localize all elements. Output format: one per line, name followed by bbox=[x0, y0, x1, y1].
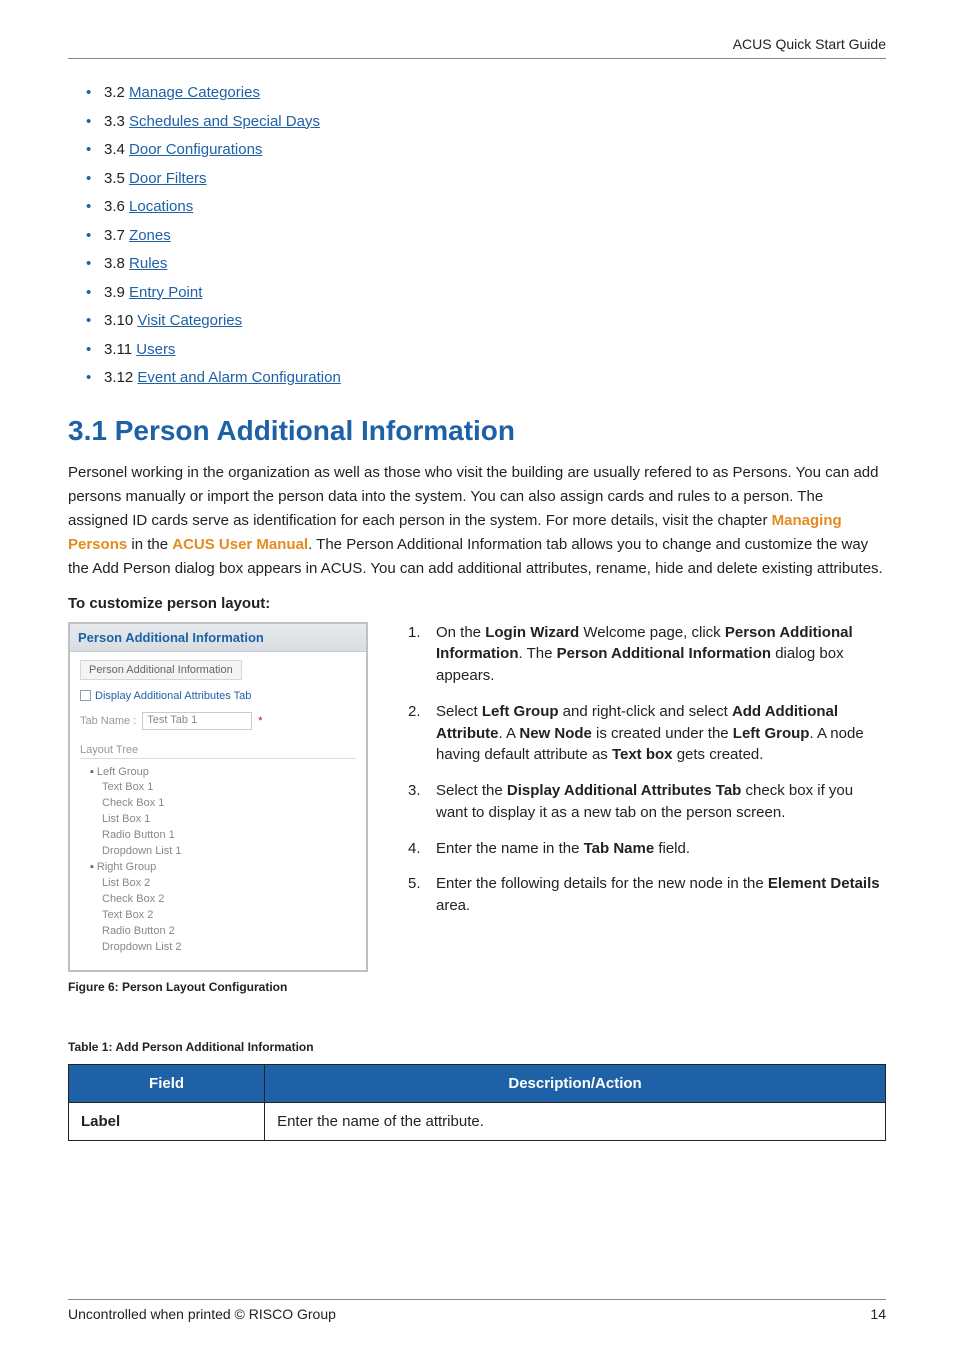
toc-link[interactable]: Users bbox=[136, 341, 175, 358]
figure-caption: Figure 6: Person Layout Configuration bbox=[68, 980, 368, 994]
toc-item: •3.11 Users bbox=[86, 336, 886, 365]
layout-tree: ▪Left Group Text Box 1 Check Box 1 List … bbox=[80, 759, 356, 956]
section-body: Personel working in the organization as … bbox=[68, 461, 886, 581]
section-heading: 3.1 Person Additional Information bbox=[68, 415, 886, 447]
toc-item: •3.9 Entry Point bbox=[86, 279, 886, 308]
checkbox-label: Display Additional Attributes Tab bbox=[95, 690, 251, 702]
th-description: Description/Action bbox=[265, 1064, 886, 1102]
steps-list: On the Login Wizard Welcome page, click … bbox=[408, 622, 886, 917]
toc-link[interactable]: Schedules and Special Days bbox=[129, 113, 320, 130]
toc-item: •3.8 Rules bbox=[86, 250, 886, 279]
header-divider bbox=[68, 58, 886, 59]
toc-item: •3.6 Locations bbox=[86, 193, 886, 222]
toc-item: •3.2 Manage Categories bbox=[86, 79, 886, 108]
th-field: Field bbox=[69, 1064, 265, 1102]
toc-item: •3.5 Door Filters bbox=[86, 165, 886, 194]
step-item: Enter the following details for the new … bbox=[408, 873, 886, 917]
link-acus-user-manual[interactable]: ACUS User Manual bbox=[172, 536, 308, 553]
toc-list: •3.2 Manage Categories •3.3 Schedules an… bbox=[68, 79, 886, 393]
toc-link[interactable]: Entry Point bbox=[129, 284, 202, 301]
toc-item: •3.12 Event and Alarm Configuration bbox=[86, 364, 886, 393]
toc-item: •3.7 Zones bbox=[86, 222, 886, 251]
toc-item: •3.3 Schedules and Special Days bbox=[86, 108, 886, 137]
expander-icon: ▪ bbox=[90, 861, 94, 873]
subheading: To customize person layout: bbox=[68, 595, 886, 612]
toc-link[interactable]: Zones bbox=[129, 227, 171, 244]
toc-item: •3.10 Visit Categories bbox=[86, 307, 886, 336]
table-row: Label Enter the name of the attribute. bbox=[69, 1102, 886, 1140]
td-description: Enter the name of the attribute. bbox=[265, 1102, 886, 1140]
page-number: 14 bbox=[870, 1306, 886, 1322]
dialog-screenshot: Person Additional Information Person Add… bbox=[68, 622, 368, 972]
tree-header: Layout Tree bbox=[80, 740, 356, 759]
step-item: Enter the name in the Tab Name field. bbox=[408, 838, 886, 860]
display-attributes-checkbox-row: Display Additional Attributes Tab bbox=[80, 690, 356, 702]
toc-link[interactable]: Visit Categories bbox=[137, 312, 242, 329]
page-header-title: ACUS Quick Start Guide bbox=[68, 36, 886, 58]
footer-left: Uncontrolled when printed © RISCO Group bbox=[68, 1306, 336, 1322]
step-item: Select Left Group and right-click and se… bbox=[408, 701, 886, 766]
expander-icon: ▪ bbox=[90, 766, 94, 778]
info-table: Field Description/Action Label Enter the… bbox=[68, 1064, 886, 1141]
toc-link[interactable]: Event and Alarm Configuration bbox=[137, 369, 340, 386]
step-item: Select the Display Additional Attributes… bbox=[408, 780, 886, 824]
toc-link[interactable]: Door Configurations bbox=[129, 141, 262, 158]
toc-item: •3.4 Door Configurations bbox=[86, 136, 886, 165]
required-star-icon: * bbox=[258, 715, 262, 727]
table-caption: Table 1: Add Person Additional Informati… bbox=[68, 1040, 886, 1054]
checkbox-icon bbox=[80, 690, 91, 701]
tab-name-label: Tab Name : bbox=[80, 715, 136, 727]
toc-link[interactable]: Rules bbox=[129, 255, 167, 272]
toc-link[interactable]: Manage Categories bbox=[129, 84, 260, 101]
step-item: On the Login Wizard Welcome page, click … bbox=[408, 622, 886, 687]
dialog-tab: Person Additional Information bbox=[80, 660, 242, 680]
toc-link[interactable]: Door Filters bbox=[129, 170, 207, 187]
td-field: Label bbox=[69, 1102, 265, 1140]
footer-divider bbox=[68, 1299, 886, 1300]
toc-link[interactable]: Locations bbox=[129, 198, 193, 215]
tab-name-input: Test Tab 1 bbox=[142, 712, 252, 730]
dialog-title: Person Additional Information bbox=[70, 624, 366, 652]
